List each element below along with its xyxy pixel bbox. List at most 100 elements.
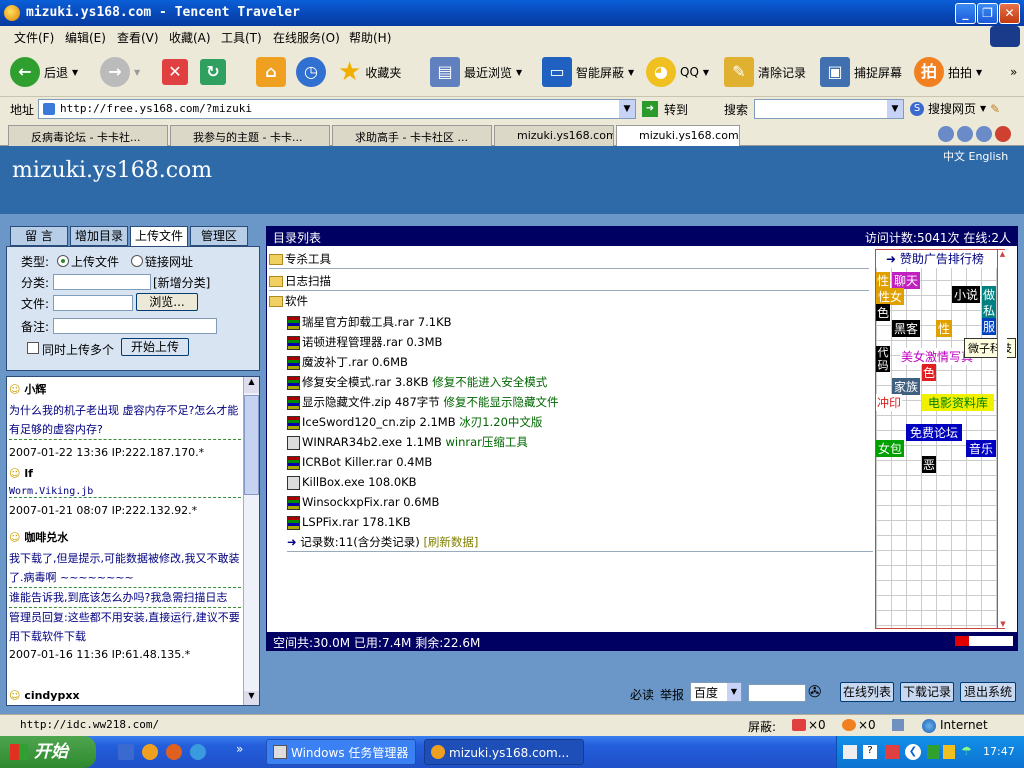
search-go-icon[interactable]: ✇ xyxy=(808,682,821,701)
file-item[interactable]: WinsockxpFix.rar 0.6MB xyxy=(287,492,439,512)
quicklaunch-traveler-icon[interactable] xyxy=(142,744,158,760)
tray-umbrella-icon[interactable]: ☂ xyxy=(961,744,972,758)
menu-favorites[interactable]: 收藏(A) xyxy=(169,29,211,46)
radio-link[interactable] xyxy=(131,255,143,267)
file-item[interactable]: 显示隐藏文件.zip 487字节 修复不能显示隐藏文件 xyxy=(287,392,558,412)
ad-item[interactable]: 性女 xyxy=(876,288,905,305)
tab-antivirus-forum[interactable]: 反病毒论坛 - 卡卡社... xyxy=(8,125,168,146)
ad-item[interactable]: 电影资料库 xyxy=(922,394,995,411)
tab-mizuki-active[interactable]: mizuki.ys168.com xyxy=(616,125,740,146)
must-read-link[interactable]: 必读 xyxy=(630,686,654,703)
ad-item[interactable]: 代码 xyxy=(876,346,890,372)
menu-edit[interactable]: 编辑(E) xyxy=(65,29,106,46)
file-input[interactable] xyxy=(53,295,133,311)
refresh-button[interactable]: ↻ xyxy=(200,55,226,89)
menu-tools[interactable]: 工具(T) xyxy=(221,29,262,46)
capture-screen-button[interactable]: ▣ 捕捉屏幕 xyxy=(820,55,902,89)
history-button[interactable]: ◷ xyxy=(296,55,326,89)
menu-view[interactable]: 查看(V) xyxy=(117,29,159,46)
go-button[interactable]: ➜ 转到 xyxy=(642,100,702,118)
tab-upload-file[interactable]: 上传文件 xyxy=(130,226,188,246)
task-browser[interactable]: mizuki.ys168.com... xyxy=(424,739,584,765)
file-item[interactable]: WINRAR34b2.exe 1.1MB winrar压缩工具 xyxy=(287,432,528,452)
file-item[interactable]: 诺顿进程管理器.rar 0.3MB xyxy=(287,332,442,352)
recent-button[interactable]: ▤ 最近浏览 ▼ xyxy=(430,55,522,89)
address-dropdown-icon[interactable]: ▼ xyxy=(619,100,635,118)
restore-button[interactable]: ❐ xyxy=(977,3,998,24)
tab-guestbook[interactable]: 留 言 xyxy=(10,226,68,246)
pen-icon[interactable]: ✎ xyxy=(990,102,1000,116)
file-item[interactable]: 魔波补丁.rar 0.6MB xyxy=(287,352,408,372)
tab-list-icon[interactable] xyxy=(976,126,992,142)
download-log-button[interactable]: 下载记录 xyxy=(900,682,954,702)
search-engine-select[interactable]: 百度 ▼ xyxy=(690,682,742,702)
menu-online[interactable]: 在线服务(O) xyxy=(273,29,340,46)
new-category-link[interactable]: [新增分类] xyxy=(153,274,210,291)
tab-new-icon[interactable] xyxy=(957,126,973,142)
ad-item[interactable]: 女包 xyxy=(876,440,905,457)
tab-mizuki-1[interactable]: mizuki.ys168.com xyxy=(494,125,614,146)
forward-button[interactable]: → ▼ xyxy=(100,55,140,89)
ad-item[interactable]: 做 xyxy=(982,286,997,303)
radio-upload[interactable] xyxy=(57,255,69,267)
quicklaunch-ie-icon[interactable] xyxy=(118,744,134,760)
ad-item[interactable]: 聊天 xyxy=(892,272,921,289)
guestbook-scrollbar[interactable]: ▲ ▼ xyxy=(243,377,259,705)
ad-item[interactable]: 美女激情写真 xyxy=(900,348,975,365)
quicklaunch-media-icon[interactable] xyxy=(166,744,182,760)
quicklaunch-more[interactable]: » xyxy=(236,742,243,756)
tab-my-topics[interactable]: 我参与的主题 - 卡卡... xyxy=(170,125,330,146)
back-button[interactable]: ← 后退 ▼ xyxy=(10,55,78,89)
file-item[interactable]: LSPFix.rar 178.1KB xyxy=(287,512,411,532)
tab-scroll-icon[interactable] xyxy=(938,126,954,142)
tray-help-icon[interactable]: ? xyxy=(863,745,877,759)
ad-item[interactable]: 家族 xyxy=(892,378,921,395)
note-input[interactable] xyxy=(53,318,217,334)
folder-item[interactable]: 日志扫描 xyxy=(269,271,869,291)
folder-item[interactable]: 软件 xyxy=(269,291,308,311)
clear-history-button[interactable]: ✎ 清除记录 xyxy=(724,55,806,89)
smart-block-button[interactable]: ▭ 智能屏蔽 ▼ xyxy=(542,55,634,89)
close-button[interactable]: ✕ xyxy=(999,3,1020,24)
ad-item[interactable]: 私 xyxy=(982,302,997,319)
search-dropdown-icon[interactable]: ▼ xyxy=(887,100,903,118)
ad-item[interactable]: 小说 xyxy=(952,286,981,303)
qq-button[interactable]: ◕ QQ ▼ xyxy=(646,55,709,89)
ad-item[interactable]: 冲印 xyxy=(876,394,903,411)
file-item[interactable]: 修复安全模式.rar 3.8KB 修复不能进入安全模式 xyxy=(287,372,547,392)
report-link[interactable]: 举报 xyxy=(660,686,684,703)
file-item[interactable]: KillBox.exe 108.0KB xyxy=(287,472,417,492)
favorites-button[interactable]: ★ 收藏夹 xyxy=(338,55,401,89)
menu-file[interactable]: 文件(F) xyxy=(14,29,54,46)
tray-qr-icon[interactable] xyxy=(843,745,857,759)
tab-add-directory[interactable]: 增加目录 xyxy=(70,226,128,246)
search-engine-button[interactable]: S 搜搜网页 ▼ ✎ xyxy=(910,100,1000,117)
file-item[interactable]: ICRBot Killer.rar 0.4MB xyxy=(287,452,432,472)
search-input[interactable]: ▼ xyxy=(754,99,904,119)
toolbar-more-button[interactable]: » xyxy=(1010,55,1017,89)
tray-expand-icon[interactable]: ❮ xyxy=(905,744,921,760)
task-task-manager[interactable]: Windows 任务管理器 xyxy=(266,739,416,765)
file-item[interactable]: IceSword120_cn.zip 2.1MB 冰刃1.20中文版 xyxy=(287,412,542,432)
ad-item[interactable]: 免费论坛 xyxy=(906,424,963,441)
browse-button[interactable]: 浏览... xyxy=(136,293,198,311)
bottom-search-input[interactable] xyxy=(748,684,806,702)
start-button[interactable]: 开始 xyxy=(0,736,96,768)
start-upload-button[interactable]: 开始上传 xyxy=(121,338,189,356)
ad-scrollbar[interactable]: ▲ ▼ xyxy=(997,250,1007,628)
tab-help[interactable]: 求助高手 - 卡卡社区 ... xyxy=(332,125,492,146)
tab-close-icon[interactable] xyxy=(995,126,1011,142)
quicklaunch-browser-icon[interactable] xyxy=(190,744,206,760)
paipai-button[interactable]: 拍 拍拍 ▼ xyxy=(914,55,982,89)
ad-item[interactable]: 音乐 xyxy=(966,440,997,457)
ad-item[interactable]: 色 xyxy=(876,304,891,321)
file-item[interactable]: 瑞星官方卸载工具.rar 7.1KB xyxy=(287,312,452,332)
home-button[interactable]: ⌂ xyxy=(256,55,286,89)
ad-item[interactable]: 服 xyxy=(982,318,997,335)
ad-item[interactable]: 性 xyxy=(876,272,891,289)
title-bar[interactable]: mizuki.ys168.com - Tencent Traveler _ ❐ … xyxy=(0,0,1024,26)
tray-antivirus-icon[interactable] xyxy=(885,745,899,759)
refresh-data-link[interactable]: [刷新数据] xyxy=(423,535,478,549)
ad-item[interactable]: 恶 xyxy=(922,456,937,473)
language-switch[interactable]: 中文 English xyxy=(943,148,1008,164)
